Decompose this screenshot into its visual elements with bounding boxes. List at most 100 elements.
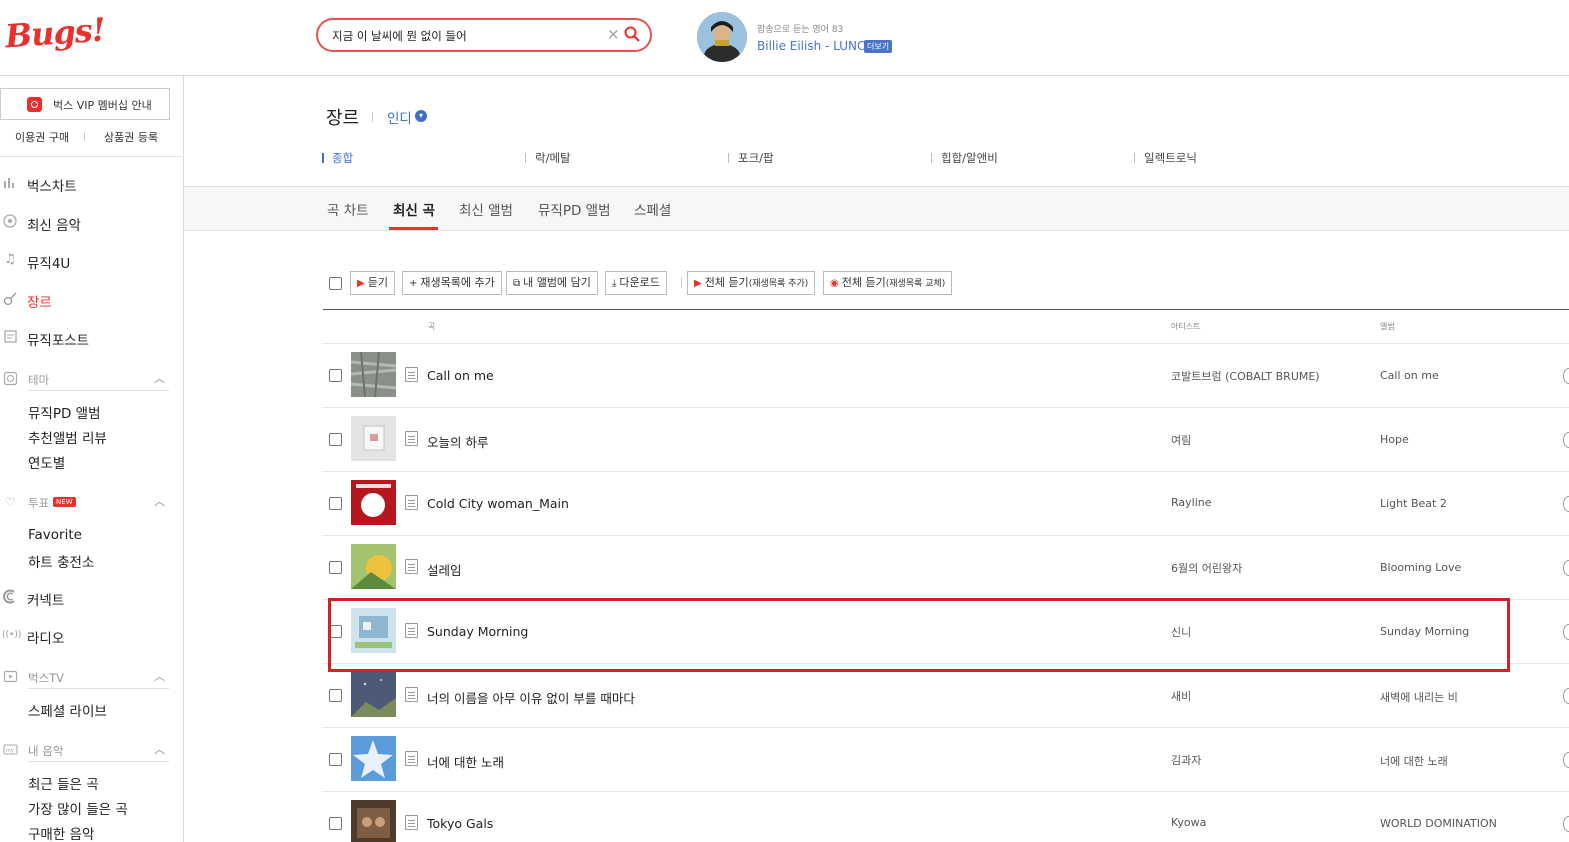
play-all-add-button[interactable]: ▶ 전체 듣기(재생목록 추가) <box>687 271 816 295</box>
sidebar-item-favorite[interactable]: Favorite <box>28 527 82 543</box>
subgenre-electronic[interactable]: 일렉트로닉 <box>1134 150 1197 166</box>
tab-new-songs[interactable]: 최신 곡 <box>393 199 435 219</box>
sidebar-item-recent-songs[interactable]: 최근 들은 곡 <box>28 773 99 793</box>
song-title[interactable]: Cold City woman_Main <box>427 496 569 511</box>
song-artist[interactable]: 신니 <box>1171 624 1191 640</box>
vote-section-header[interactable]: ♡ 투표 NEW ︿ <box>0 491 184 515</box>
sidebar-item-bugs-chart[interactable]: 벅스차트 <box>0 172 184 196</box>
play-circle-icon[interactable] <box>1563 752 1569 768</box>
sidebar-item-music4u[interactable]: ♫ 뮤직4U <box>0 249 184 273</box>
song-album[interactable]: Light Beat 2 <box>1380 497 1447 510</box>
row-checkbox[interactable] <box>329 753 342 766</box>
album-art[interactable] <box>351 800 396 842</box>
tab-new-albums[interactable]: 최신 앨범 <box>459 199 513 219</box>
lyrics-icon[interactable] <box>405 815 418 830</box>
sidebar-item-purchased[interactable]: 구매한 음악 <box>28 823 94 842</box>
song-title[interactable]: Call on me <box>427 368 494 383</box>
table-row[interactable]: Call on me 코발트브럼 (COBALT BRUME) Call on … <box>323 344 1569 408</box>
buy-pass-link[interactable]: 이용권 구매 <box>15 129 69 145</box>
song-title[interactable]: 너에 대한 노래 <box>427 752 504 771</box>
album-art[interactable] <box>351 672 396 717</box>
select-all-checkbox[interactable] <box>329 277 342 290</box>
album-art[interactable] <box>351 480 396 525</box>
lyrics-icon[interactable] <box>405 623 418 638</box>
sidebar-item-connect[interactable]: 커넥트 <box>0 586 184 610</box>
subgenre-hiphop-rnb[interactable]: 힙합/알앤비 <box>931 150 998 166</box>
table-row[interactable]: 설레임 6월의 어린왕자 Blooming Love <box>323 536 1569 600</box>
song-artist[interactable]: 코발트브럼 (COBALT BRUME) <box>1171 368 1320 384</box>
tab-song-chart[interactable]: 곡 차트 <box>327 199 369 219</box>
row-checkbox[interactable] <box>329 561 342 574</box>
sidebar-item-genre[interactable]: 장르 <box>0 288 184 312</box>
play-all-replace-button[interactable]: ◉ 전체 듣기(재생목록 교체) <box>823 271 953 295</box>
sidebar-item-music-pd-album[interactable]: 뮤직PD 앨범 <box>28 402 101 422</box>
song-album[interactable]: Sunday Morning <box>1380 625 1469 638</box>
subgenre-all[interactable]: 종합 <box>322 150 353 166</box>
album-art[interactable] <box>351 608 396 653</box>
sidebar-item-heart-charge[interactable]: 하트 충전소 <box>28 551 94 571</box>
gift-register-link[interactable]: 상품권 등록 <box>104 129 158 145</box>
sidebar-item-by-year[interactable]: 연도별 <box>28 452 65 472</box>
play-circle-icon[interactable] <box>1563 688 1569 704</box>
search-icon[interactable] <box>624 26 640 42</box>
play-circle-icon[interactable] <box>1563 816 1569 832</box>
vip-membership-button[interactable]: 벅스 VIP 멤버십 안내 <box>0 88 170 120</box>
song-artist[interactable]: 김과자 <box>1171 752 1201 768</box>
listen-button[interactable]: ▶ 듣기 <box>350 271 395 295</box>
lyrics-icon[interactable] <box>405 431 418 446</box>
add-to-playlist-button[interactable]: + 재생목록에 추가 <box>402 271 502 295</box>
lyrics-icon[interactable] <box>405 495 418 510</box>
play-circle-icon[interactable] <box>1563 432 1569 448</box>
row-checkbox[interactable] <box>329 369 342 382</box>
song-album[interactable]: WORLD DOMINATION <box>1380 817 1497 830</box>
more-button[interactable]: 더보기 <box>864 40 893 53</box>
play-circle-icon[interactable] <box>1563 624 1569 640</box>
sidebar-item-music-post[interactable]: 뮤직포스트 <box>0 326 184 350</box>
clear-search-icon[interactable]: × <box>607 25 620 43</box>
song-title[interactable]: Sunday Morning <box>427 624 528 639</box>
subgenre-folk-pop[interactable]: 포크/팝 <box>728 150 774 166</box>
chevron-up-icon[interactable]: ︿ <box>154 370 165 386</box>
album-art[interactable] <box>351 416 396 461</box>
genre-selector[interactable]: 인디 <box>387 107 412 127</box>
row-checkbox[interactable] <box>329 625 342 638</box>
bugstv-section-header[interactable]: 벅스TV ︿ <box>0 666 184 690</box>
chevron-down-icon[interactable]: ▾ <box>415 110 427 122</box>
table-row[interactable]: 오늘의 하루 여림 Hope <box>323 408 1569 472</box>
bugs-logo[interactable]: Bugs! <box>4 11 106 56</box>
play-circle-icon[interactable] <box>1563 496 1569 512</box>
download-button[interactable]: ⤓ 다운로드 <box>605 271 667 295</box>
table-row[interactable]: 너에 대한 노래 김과자 너에 대한 노래 <box>323 728 1569 792</box>
subgenre-rock-metal[interactable]: 락/메탈 <box>525 150 571 166</box>
album-art[interactable] <box>351 544 396 589</box>
tab-special[interactable]: 스페셜 <box>634 199 671 219</box>
song-album[interactable]: Call on me <box>1380 369 1439 382</box>
song-artist[interactable]: Kyowa <box>1171 816 1206 829</box>
play-circle-icon[interactable] <box>1563 368 1569 384</box>
song-artist[interactable]: 여림 <box>1171 432 1191 448</box>
table-row[interactable]: 너의 이름을 아무 이유 없이 부를 때마다 새비 새벽에 내리는 비 <box>323 664 1569 728</box>
song-album[interactable]: 새벽에 내리는 비 <box>1380 689 1458 705</box>
song-title[interactable]: Tokyo Gals <box>427 816 493 831</box>
chevron-up-icon[interactable]: ︿ <box>154 741 165 757</box>
lyrics-icon[interactable] <box>405 367 418 382</box>
lyrics-icon[interactable] <box>405 559 418 574</box>
row-checkbox[interactable] <box>329 433 342 446</box>
now-playing-title[interactable]: Billie Eilish - LUNCH <box>757 39 874 53</box>
sidebar-item-album-review[interactable]: 추천앨범 리뷰 <box>28 427 107 447</box>
song-title[interactable]: 오늘의 하루 <box>427 432 488 451</box>
song-artist[interactable]: 새비 <box>1171 688 1191 704</box>
song-artist[interactable]: 6월의 어린왕자 <box>1171 560 1242 576</box>
song-artist[interactable]: Rayline <box>1171 496 1212 509</box>
album-art[interactable] <box>351 352 396 397</box>
row-checkbox[interactable] <box>329 817 342 830</box>
row-checkbox[interactable] <box>329 689 342 702</box>
sidebar-item-special-live[interactable]: 스페셜 라이브 <box>28 700 107 720</box>
now-playing-avatar[interactable] <box>697 12 747 62</box>
theme-section-header[interactable]: 테마 ︿ <box>0 368 184 392</box>
lyrics-icon[interactable] <box>405 751 418 766</box>
album-art[interactable] <box>351 736 396 781</box>
sidebar-item-most-played[interactable]: 가장 많이 들은 곡 <box>28 798 128 818</box>
row-checkbox[interactable] <box>329 497 342 510</box>
search-box[interactable]: × <box>316 18 652 52</box>
